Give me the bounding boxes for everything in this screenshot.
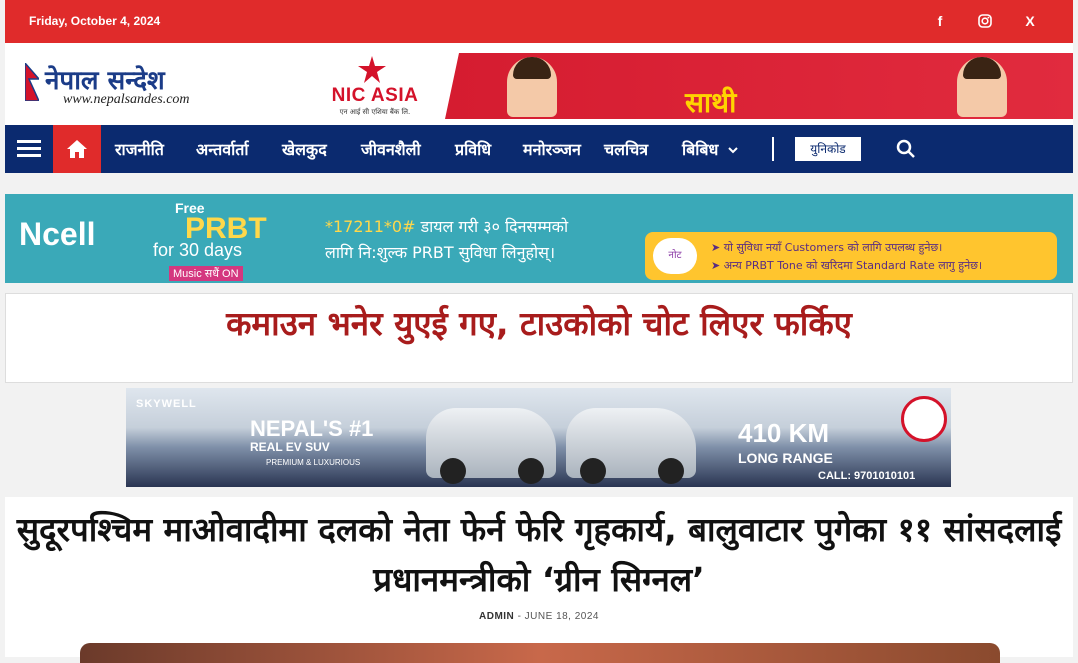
site-logo[interactable]: नेपाल सन्देश www.nepalsandes.com [25, 61, 225, 111]
ncell-line1: डायल गरी ३० दिनसम्मको [415, 217, 569, 236]
sathi-banner: साथी [445, 53, 1073, 119]
article-date: JUNE 18, 2024 [524, 611, 599, 622]
skywell-range: 410 KM [738, 418, 830, 448]
site-header: नेपाल सन्देश www.nepalsandes.com NIC ASI… [5, 43, 1073, 125]
skywell-phone: CALL: 9701010101 [818, 470, 916, 482]
nav-divider [772, 137, 774, 161]
facebook-icon[interactable]: f [930, 11, 950, 31]
skywell-headline: NEPAL'S #1 [250, 416, 374, 441]
ncell-dial-code: *17211*0# [325, 217, 416, 236]
instagram-icon[interactable] [975, 11, 995, 31]
sathi-title: साथी [685, 86, 737, 119]
article-image[interactable] [80, 643, 1000, 663]
nepal-flag-icon [25, 63, 39, 101]
article-author[interactable]: ADMIN [479, 611, 514, 622]
ncell-logo: Ncell [19, 216, 96, 252]
top-bar: Friday, October 4, 2024 f X [5, 0, 1073, 43]
nic-star-icon [358, 56, 386, 83]
home-icon[interactable] [53, 125, 101, 173]
article-card: सुदूरपश्चिम माओवादीमा दलको नेता फेर्न फे… [5, 497, 1073, 663]
prbt-days: for 30 days [153, 240, 243, 260]
note-line-1: ➤ यो सुविधा नयाँ Customers को लागि उपलब्… [711, 241, 943, 254]
menu-icon[interactable] [17, 140, 41, 158]
car-image [566, 408, 696, 484]
nav-item-entertainment[interactable]: मनोरञ्जन [523, 138, 581, 160]
dealer-badge-icon [901, 396, 947, 442]
ncell-note-box: नोट ➤ यो सुविधा नयाँ Customers को लागि उ… [645, 232, 1057, 280]
model-image [957, 57, 1007, 117]
ncell-message: *17211*0# डायल गरी ३० दिनसम्मको लागि नि:… [325, 214, 568, 266]
nav-item-lifestyle[interactable]: जीवनशैली [361, 138, 421, 160]
top-advertisement[interactable]: NIC ASIA एन आई सी एशिया बैंक लि. साथी [305, 53, 1073, 119]
nav-item-technology[interactable]: प्रविधि [455, 138, 491, 160]
skywell-tagline: PREMIUM & LUXURIOUS [266, 458, 361, 467]
nav-item-politics[interactable]: राजनीति [115, 138, 164, 160]
chevron-down-icon [728, 147, 738, 154]
current-date: Friday, October 4, 2024 [29, 14, 161, 28]
meta-separator: - [517, 611, 525, 622]
prbt-offer: Free PRBT for 30 days Music सधैं ON [153, 198, 267, 281]
ncell-line2: लागि नि:शुल्क PRBT सुविधा लिनुहोस्। [325, 243, 556, 262]
skywell-advertisement[interactable]: SKYWELL NEPAL'S #1 REAL EV SUV PREMIUM &… [126, 388, 951, 487]
featured-headline[interactable]: कमाउन भनेर युएई गए, टाउकोको चोट लिएर फर्… [6, 300, 1072, 345]
nav-item-interview[interactable]: अन्तर्वार्ता [196, 138, 249, 160]
note-line-2: ➤ अन्य PRBT Tone को खरिदमा Standard Rate… [711, 259, 983, 272]
nic-asia-brand: NIC ASIA [331, 85, 419, 106]
nav-item-misc-label: बिबिध [682, 140, 719, 159]
car-image [426, 408, 556, 484]
unicode-button[interactable]: युनिकोड [795, 137, 861, 161]
logo-url: www.nepalsandes.com [63, 92, 190, 107]
nav-item-misc[interactable]: बिबिध [682, 138, 739, 160]
skywell-logo: SKYWELL [136, 398, 197, 410]
nav-item-sports[interactable]: खेलकुद [282, 138, 327, 160]
main-navigation: राजनीति अन्तर्वार्ता खेलकुद जीवनशैली प्र… [5, 125, 1073, 173]
ncell-advertisement[interactable]: Ncell Free PRBT for 30 days Music सधैं O… [5, 194, 1073, 283]
note-label: नोट [653, 238, 697, 274]
prbt-music: Music सधैं ON [169, 266, 243, 281]
article-meta: ADMIN - JUNE 18, 2024 [5, 611, 1073, 622]
nic-asia-logo: NIC ASIA एन आई सी एशिया बैंक लि. [305, 53, 445, 119]
x-icon[interactable]: X [1020, 11, 1040, 31]
article-title[interactable]: सुदूरपश्चिम माओवादीमा दलको नेता फेर्न फे… [15, 505, 1063, 605]
skywell-range-label: LONG RANGE [738, 450, 833, 466]
search-icon[interactable] [895, 138, 917, 160]
skywell-subheadline: REAL EV SUV [250, 440, 330, 454]
nav-item-movies[interactable]: चलचित्र [604, 138, 648, 160]
featured-headline-box[interactable]: कमाउन भनेर युएई गए, टाउकोको चोट लिएर फर्… [5, 293, 1073, 383]
model-image [507, 57, 557, 117]
nic-asia-tagline: एन आई सी एशिया बैंक लि. [339, 108, 411, 116]
